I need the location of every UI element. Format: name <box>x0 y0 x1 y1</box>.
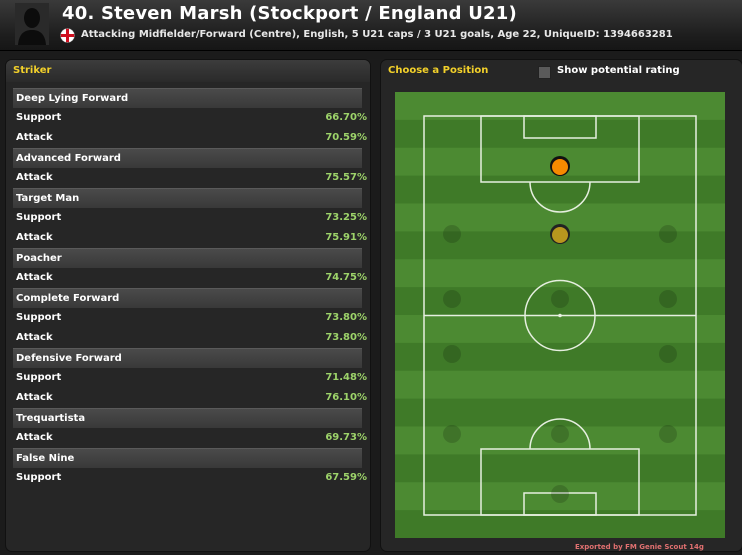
position-marker <box>659 425 677 443</box>
pitch-stripe <box>395 315 725 344</box>
role-header: Deep Lying Forward <box>13 88 362 108</box>
centre-spot <box>558 313 562 318</box>
position-marker <box>551 290 569 308</box>
role-header: Defensive Forward <box>13 348 362 368</box>
choose-position-label: Choose a Position <box>388 65 489 76</box>
role-duty-row[interactable]: Support 66.70% <box>13 108 367 127</box>
role-header: Advanced Forward <box>13 148 362 168</box>
role-rating-percent: 66.70% <box>325 112 367 123</box>
pitch-stripe <box>395 175 725 205</box>
role-duty-row[interactable]: Attack 69.73% <box>13 428 367 447</box>
show-potential-label[interactable]: Show potential rating <box>557 65 680 76</box>
duty-label: Support <box>16 472 62 483</box>
position-marker <box>659 345 677 363</box>
pitch-stripe <box>395 398 725 428</box>
player-subtitle: Attacking Midfielder/Forward (Centre), E… <box>81 29 673 40</box>
duty-label: Attack <box>16 132 53 143</box>
accomplished-position-marker <box>552 227 568 243</box>
role-header: Complete Forward <box>13 288 362 308</box>
role-rating-percent: 67.59% <box>325 472 367 483</box>
role-rating-percent: 71.48% <box>325 372 367 383</box>
role-duty-row[interactable]: Attack 73.80% <box>13 328 367 347</box>
duty-label: Support <box>16 372 62 383</box>
position-marker <box>551 485 569 503</box>
role-name: Trequartista <box>16 413 86 424</box>
duty-label: Attack <box>16 332 53 343</box>
role-rating-percent: 70.59% <box>325 132 367 143</box>
pitch-stripe <box>395 259 725 288</box>
football-pitch <box>395 92 725 538</box>
player-title: 40. Steven Marsh (Stockport / England U2… <box>62 3 517 24</box>
role-name: Defensive Forward <box>16 353 122 364</box>
duty-label: Support <box>16 312 62 323</box>
pitch-stripe <box>395 454 725 483</box>
duty-label: Attack <box>16 432 53 443</box>
role-name: Poacher <box>16 253 62 264</box>
role-rating-percent: 75.57% <box>325 172 367 183</box>
role-rating-percent: 75.91% <box>325 232 367 243</box>
role-name: Target Man <box>16 193 80 204</box>
role-duty-row[interactable]: Attack 76.10% <box>13 388 367 407</box>
role-name: Deep Lying Forward <box>16 93 129 104</box>
position-marker <box>659 225 677 243</box>
duty-label: Attack <box>16 272 53 283</box>
role-rating-percent: 69.73% <box>325 432 367 443</box>
position-marker <box>443 225 461 243</box>
role-rating-percent: 73.80% <box>325 332 367 343</box>
duty-label: Attack <box>16 232 53 243</box>
role-duty-row[interactable]: Attack 70.59% <box>13 128 367 147</box>
role-rating-percent: 73.25% <box>325 212 367 223</box>
role-duty-row[interactable]: Support 73.80% <box>13 308 367 327</box>
role-rating-percent: 76.10% <box>325 392 367 403</box>
role-name: False Nine <box>16 453 75 464</box>
role-duty-row[interactable]: Support 73.25% <box>13 208 367 227</box>
role-header: False Nine <box>13 448 362 468</box>
position-marker <box>443 345 461 363</box>
natural-position-marker <box>552 159 568 175</box>
role-name: Advanced Forward <box>16 153 121 164</box>
pitch-stripe <box>395 370 725 400</box>
position-panel: Choose a Position Show potential rating <box>380 59 742 552</box>
pitch-stripe <box>395 119 725 149</box>
role-header: Poacher <box>13 248 362 268</box>
show-potential-checkbox[interactable] <box>538 66 551 79</box>
role-header: Target Man <box>13 188 362 208</box>
role-rating-percent: 73.80% <box>325 312 367 323</box>
role-duty-row[interactable]: Support 67.59% <box>13 468 367 487</box>
panel-title: Striker <box>13 65 52 76</box>
role-duty-row[interactable]: Attack 75.91% <box>13 228 367 247</box>
role-header: Trequartista <box>13 408 362 428</box>
role-name: Complete Forward <box>16 293 120 304</box>
duty-label: Attack <box>16 172 53 183</box>
player-avatar <box>15 3 49 45</box>
position-marker <box>443 425 461 443</box>
position-marker <box>659 290 677 308</box>
england-flag-icon <box>60 28 75 43</box>
position-marker <box>551 425 569 443</box>
role-duty-row[interactable]: Support 71.48% <box>13 368 367 387</box>
player-header: 40. Steven Marsh (Stockport / England U2… <box>0 0 742 51</box>
role-ratings-panel: Striker Deep Lying Forward Support 66.70% A… <box>5 59 371 552</box>
role-duty-row[interactable]: Attack 74.75% <box>13 268 367 287</box>
role-duty-row[interactable]: Attack 75.57% <box>13 168 367 187</box>
duty-label: Support <box>16 212 62 223</box>
role-rating-percent: 74.75% <box>325 272 367 283</box>
duty-label: Attack <box>16 392 53 403</box>
duty-label: Support <box>16 112 62 123</box>
export-credit: Exported by FM Genie Scout 14g <box>575 543 704 551</box>
position-marker <box>443 290 461 308</box>
panel-header: Striker <box>6 60 370 82</box>
